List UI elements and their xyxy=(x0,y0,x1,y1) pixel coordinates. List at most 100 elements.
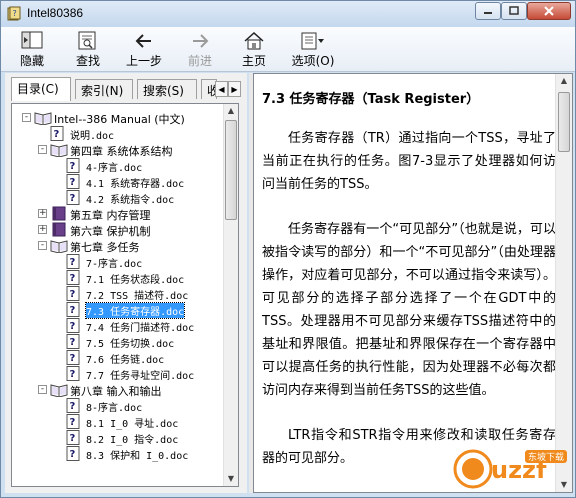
forward-button[interactable]: 前进 xyxy=(175,29,225,69)
tree-topic[interactable]: ? 8-序言.doc xyxy=(12,398,226,414)
scroll-thumb[interactable] xyxy=(225,120,237,220)
minimize-button[interactable] xyxy=(475,2,501,20)
tree-chapter[interactable]: - 第四章 系统体系结构 xyxy=(12,142,226,158)
tree-item-label: Intel--386 Manual (中文) xyxy=(54,113,185,126)
back-arrow-icon xyxy=(135,34,151,48)
tree-item-label: 第七章 多任务 xyxy=(70,241,140,254)
tree-chapter[interactable]: + 第五章 内存管理 xyxy=(12,206,226,222)
back-button[interactable]: 上一步 xyxy=(119,29,169,69)
collapse-toggle[interactable]: - xyxy=(22,113,31,122)
forward-label: 前进 xyxy=(187,54,212,68)
tree-chapter[interactable]: + 第六章 保护机制 xyxy=(12,222,226,238)
tree-topic[interactable]: ? 8.1 I_0 寻址.doc xyxy=(12,414,226,430)
uzzf-logo-icon: uzzf 东坡下载 xyxy=(453,449,567,489)
home-button[interactable]: 主页 xyxy=(229,29,279,69)
svg-text:?: ? xyxy=(70,401,76,412)
tree-topic[interactable]: ? 4-序言.doc xyxy=(12,158,226,174)
svg-text:东坡下载: 东坡下载 xyxy=(528,451,564,463)
tree-item-label: 7.1 任务状态段.doc xyxy=(86,275,185,286)
close-button[interactable] xyxy=(527,2,571,20)
scroll-down-button[interactable]: ▼ xyxy=(224,472,238,486)
navigation-pane: 目录(C) 索引(N) 搜索(S) 收 ◀ ▶ - Intel--386 Manu… xyxy=(5,73,247,493)
tree-item-label: 7.4 任务门描述符.doc xyxy=(86,323,195,334)
tree-item-label: 8-序言.doc xyxy=(86,403,143,414)
svg-text:?: ? xyxy=(70,369,76,380)
tree-topic[interactable]: ? 4.2 系统指令.doc xyxy=(12,190,226,206)
tree-topic[interactable]: ? 8.3 保护和 I_0.doc xyxy=(12,446,226,462)
tree-item-label: 8.2 I_0 指令.doc xyxy=(86,435,179,446)
tree-topic[interactable]: ? 7.6 任务链.doc xyxy=(12,350,226,366)
tree-topic[interactable]: ? 7.3 任务寄存器.doc xyxy=(12,302,226,319)
tree-topic[interactable]: ? 7.5 任务切换.doc xyxy=(12,334,226,350)
tree-item-label: 第八章 输入和输出 xyxy=(70,385,162,398)
svg-text:?: ? xyxy=(70,449,76,460)
tree-item-label: 7.5 任务切换.doc xyxy=(86,339,175,350)
window-title: Intel80386 xyxy=(27,6,84,20)
minimize-icon xyxy=(484,12,492,14)
tree-topic[interactable]: ? 7-序言.doc xyxy=(12,254,226,270)
hide-button[interactable]: 隐藏 xyxy=(7,29,57,69)
tree-item-label: 4.1 系统寄存器.doc xyxy=(86,179,185,190)
find-label: 查找 xyxy=(75,54,100,68)
tab-scroll-right-button[interactable]: ▶ xyxy=(228,81,241,97)
collapse-toggle[interactable]: - xyxy=(38,385,47,394)
tree-topic[interactable]: ? 说明.doc xyxy=(12,126,226,142)
tab-scroll: ◀ ▶ xyxy=(215,81,243,97)
doc-scroll-thumb[interactable] xyxy=(558,92,570,152)
svg-text:?: ? xyxy=(70,417,76,428)
expand-toggle[interactable]: + xyxy=(38,225,47,234)
collapse-toggle[interactable]: - xyxy=(38,145,47,154)
maximize-icon xyxy=(509,6,519,15)
svg-text:?: ? xyxy=(70,321,76,332)
tree-topic[interactable]: ? 7.2 TSS 描述符.doc xyxy=(12,286,226,302)
options-button[interactable]: 选项(O) xyxy=(285,29,341,69)
forward-arrow-icon xyxy=(193,34,209,48)
expand-toggle[interactable]: + xyxy=(38,209,47,218)
scroll-up-button[interactable]: ▲ xyxy=(224,104,238,118)
tree-item-label: 第六章 保护机制 xyxy=(70,225,151,238)
document-heading: 7.3 任务寄存器（Task Register） xyxy=(262,92,480,107)
tree-item-label: 7.7 任务寻址空间.doc xyxy=(86,371,195,382)
svg-text:?: ? xyxy=(70,257,76,268)
title-bar[interactable]: ? Intel80386 xyxy=(1,1,575,27)
tree-scrollbar[interactable]: ▲ ▼ xyxy=(223,104,238,486)
tree-item-label: 8.3 保护和 I_0.doc xyxy=(86,451,189,462)
tree-chapter[interactable]: - 第八章 输入和输出 xyxy=(12,382,226,398)
tree-item-label: 7.2 TSS 描述符.doc xyxy=(86,291,189,302)
options-icon xyxy=(301,32,324,50)
help-book-icon: ? xyxy=(7,6,21,21)
tree-chapter[interactable]: - Intel--386 Manual (中文) xyxy=(12,110,226,126)
tree-topic[interactable]: ? 7.4 任务门描述符.doc xyxy=(12,318,226,334)
svg-text:?: ? xyxy=(70,273,76,284)
home-label: 主页 xyxy=(241,54,266,68)
help-page-icon: ? xyxy=(66,446,80,464)
document-content: 7.3 任务寄存器（Task Register） 任务寄存器（TR）通过指向一个… xyxy=(262,82,556,492)
svg-text:?: ? xyxy=(70,433,76,444)
tree-topic[interactable]: ? 8.2 I_0 指令.doc xyxy=(12,430,226,446)
svg-text:?: ? xyxy=(70,337,76,348)
tab-contents[interactable]: 目录(C) xyxy=(11,77,71,101)
app-window: ? Intel80386 隐藏 查找 上一步 前进 主页 选项(O) 目录(C)… xyxy=(0,0,576,498)
svg-text:?: ? xyxy=(70,305,76,316)
svg-text:?: ? xyxy=(54,129,60,140)
tree-item-label: 7.6 任务链.doc xyxy=(86,355,165,366)
maximize-button[interactable] xyxy=(501,2,527,20)
document-pane: 7.3 任务寄存器（Task Register） 任务寄存器（TR）通过指向一个… xyxy=(253,73,573,493)
hide-pane-icon xyxy=(21,31,43,49)
contents-tree: - Intel--386 Manual (中文)? 说明.doc - 第四章 系统体系结… xyxy=(11,103,239,487)
tree-chapter[interactable]: - 第七章 多任务 xyxy=(12,238,226,254)
document-scrollbar[interactable]: ▲ ▼ xyxy=(555,74,572,492)
tab-search[interactable]: 搜索(S) xyxy=(137,79,197,99)
document-paragraph: 任务寄存器（TR）通过指向一个TSS，寻址了当前正在执行的任务。图7-3显示了处… xyxy=(262,131,556,192)
tree-topic[interactable]: ? 7.7 任务寻址空间.doc xyxy=(12,366,226,382)
tree-item-label: 第四章 系统体系结构 xyxy=(70,145,173,158)
watermark-logo: uzzf 东坡下载 xyxy=(453,447,569,489)
tab-index[interactable]: 索引(N) xyxy=(75,79,133,99)
doc-scroll-up-button[interactable]: ▲ xyxy=(556,74,572,88)
find-button[interactable]: 查找 xyxy=(63,29,113,69)
tab-scroll-left-button[interactable]: ◀ xyxy=(215,81,228,97)
tree-item-label: 4-序言.doc xyxy=(86,163,143,174)
tree-topic[interactable]: ? 7.1 任务状态段.doc xyxy=(12,270,226,286)
tree-topic[interactable]: ? 4.1 系统寄存器.doc xyxy=(12,174,226,190)
collapse-toggle[interactable]: - xyxy=(38,241,47,250)
